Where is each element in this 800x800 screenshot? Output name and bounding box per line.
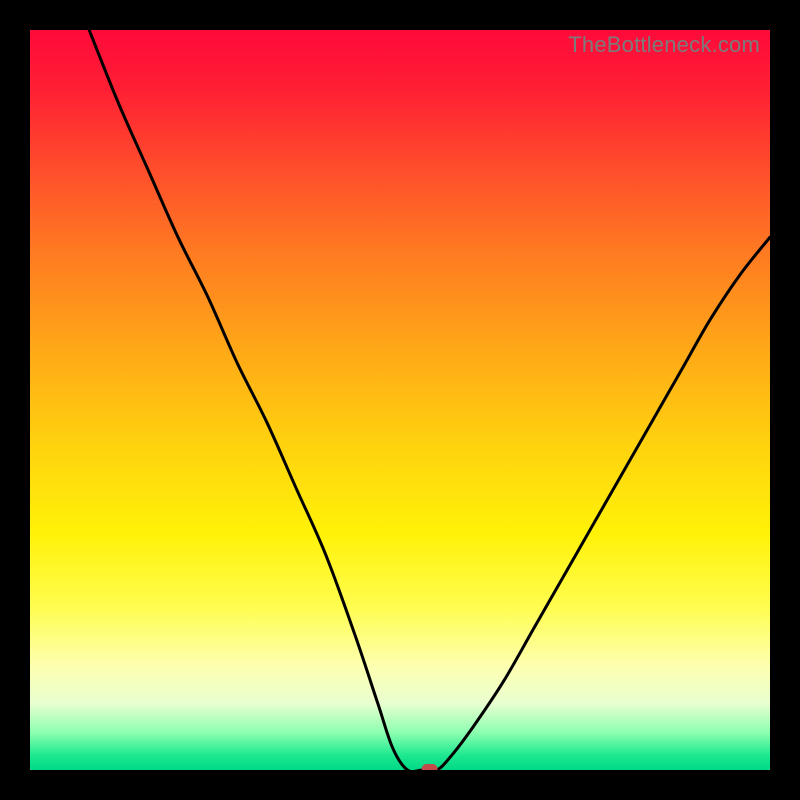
- optimal-marker: [422, 764, 438, 770]
- chart-frame: TheBottleneck.com: [0, 0, 800, 800]
- curve-svg: [30, 30, 770, 770]
- plot-area: TheBottleneck.com: [30, 30, 770, 770]
- bottleneck-curve: [89, 30, 770, 770]
